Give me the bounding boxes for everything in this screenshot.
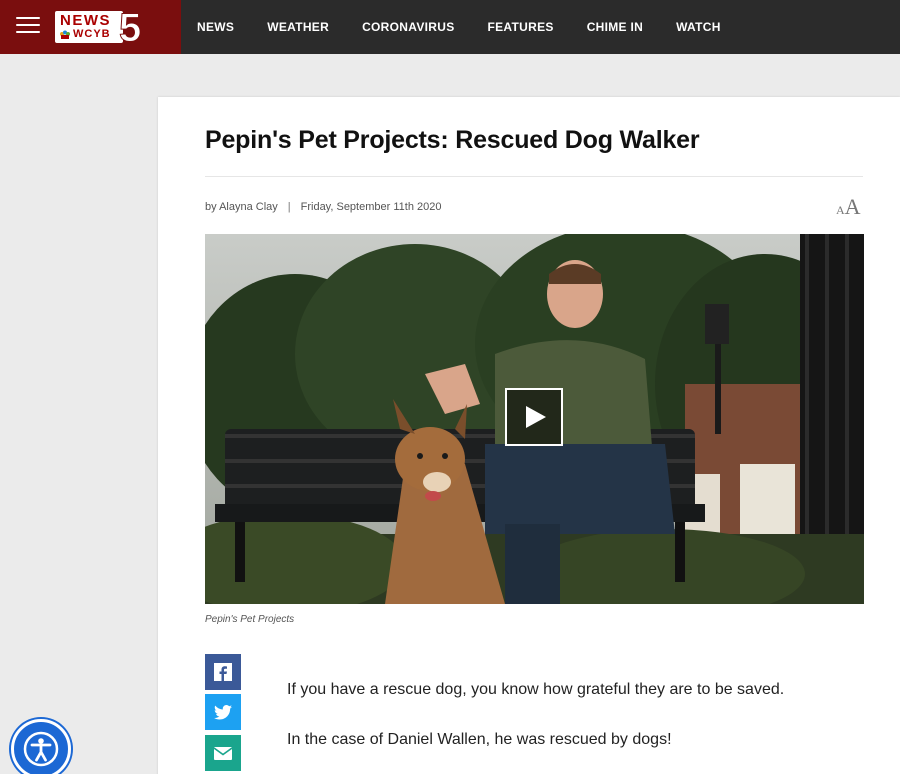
title-divider <box>205 176 863 177</box>
twitter-share-button[interactable] <box>205 694 241 730</box>
video-caption: Pepin's Pet Projects <box>205 614 295 625</box>
facebook-share-button[interactable] <box>205 654 241 690</box>
font-size-small-label: A <box>836 203 845 217</box>
play-button[interactable] <box>505 388 563 446</box>
logo-channel-number: 5 <box>118 6 141 51</box>
nav-item-features[interactable]: FEATURES <box>488 20 554 34</box>
nav-item-news[interactable]: NEWS <box>197 20 234 34</box>
email-icon <box>214 746 232 760</box>
play-icon <box>526 406 546 428</box>
font-size-large-label: A <box>844 194 861 219</box>
logo-call-letters: WCYB <box>73 28 111 40</box>
logo-badge: NEWS WCYB <box>55 11 123 43</box>
article-paragraph: If you have a rescue dog, you know how g… <box>287 681 785 698</box>
station-logo[interactable]: NEWS WCYB 5 <box>55 6 155 51</box>
publish-date: Friday, September 11th 2020 <box>300 201 442 213</box>
nav-item-watch[interactable]: WATCH <box>676 20 721 34</box>
twitter-icon <box>214 704 232 720</box>
email-share-button[interactable] <box>205 735 241 771</box>
accessibility-button[interactable] <box>11 719 71 774</box>
nav-item-coronavirus[interactable]: CORONAVIRUS <box>362 20 454 34</box>
font-size-button[interactable]: AA <box>836 194 864 220</box>
byline-separator: | <box>287 201 291 213</box>
brand-block: NEWS WCYB 5 <box>0 0 181 54</box>
main-nav: NEWS WEATHER CORONAVIRUS FEATURES CHIME … <box>197 0 754 54</box>
hamburger-menu-icon[interactable] <box>16 17 40 35</box>
author-name[interactable]: by Alayna Clay <box>205 201 278 213</box>
article-paragraph: In the case of Daniel Wallen, he was res… <box>287 731 672 748</box>
byline: by Alayna Clay | Friday, September 11th 20… <box>205 201 441 213</box>
accessibility-icon <box>23 731 59 767</box>
nav-item-chime-in[interactable]: CHIME IN <box>587 20 643 34</box>
logo-word: NEWS <box>60 12 111 29</box>
peacock-icon <box>60 30 70 39</box>
video-player[interactable] <box>205 234 864 604</box>
nav-item-weather[interactable]: WEATHER <box>267 20 329 34</box>
top-navigation-bar: NEWS WCYB 5 NEWS WEATHER CORONAVIRUS FEA… <box>0 0 900 54</box>
facebook-icon <box>214 663 232 681</box>
article-title: Pepin's Pet Projects: Rescued Dog Walker <box>205 126 700 154</box>
